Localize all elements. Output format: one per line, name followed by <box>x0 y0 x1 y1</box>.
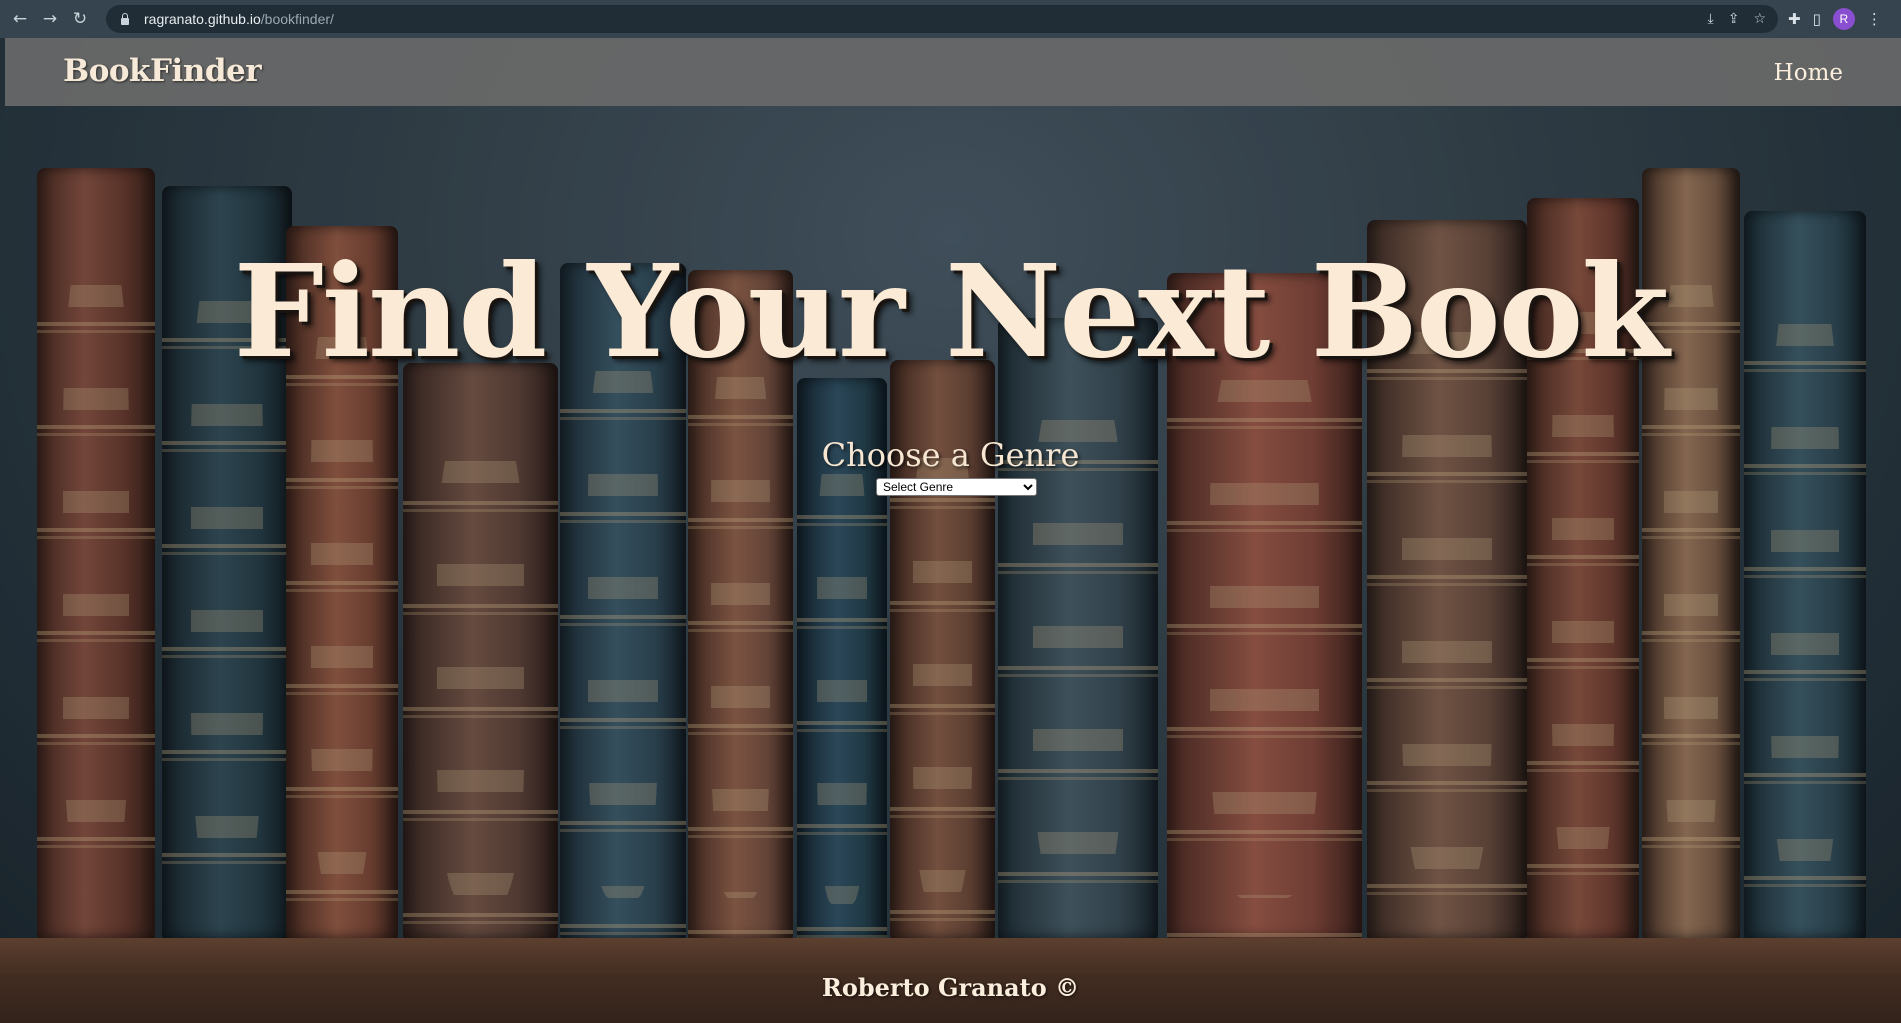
brand-logo[interactable]: BookFinder <box>63 53 262 89</box>
share-icon[interactable]: ⇪ <box>1728 11 1740 27</box>
genre-label: Choose a Genre <box>821 436 1080 474</box>
browser-toolbar: ← → ↻ ragranato.github.io/bookfinder/ ⤓ … <box>0 0 1901 38</box>
hero-overlay <box>0 38 1901 1023</box>
star-icon[interactable]: ☆ <box>1753 11 1766 27</box>
extensions-icon[interactable]: ✚ <box>1788 10 1801 28</box>
page: BookFinder Home Find Your Next Book Choo… <box>0 38 1901 1023</box>
genre-select[interactable]: Select Genre <box>876 478 1037 496</box>
install-icon[interactable]: ⤓ <box>1708 11 1714 27</box>
menu-icon[interactable]: ⋮ <box>1867 10 1882 28</box>
nav-home-link[interactable]: Home <box>1774 60 1843 86</box>
avatar[interactable]: R <box>1832 8 1855 30</box>
url-text[interactable]: ragranato.github.io/bookfinder/ <box>144 11 334 27</box>
hero-title: Find Your Next Book <box>233 237 1670 386</box>
address-bar[interactable]: ragranato.github.io/bookfinder/ ⤓ ⇪ ☆ <box>106 5 1778 33</box>
lock-icon[interactable] <box>120 13 130 25</box>
footer-credit: Roberto Granato © <box>821 973 1080 1002</box>
back-icon[interactable]: ← <box>5 4 35 34</box>
site-header: BookFinder Home <box>5 38 1901 106</box>
forward-icon[interactable]: → <box>35 4 65 34</box>
side-panel-icon[interactable]: ▯ <box>1813 10 1821 28</box>
reload-icon[interactable]: ↻ <box>65 4 95 34</box>
